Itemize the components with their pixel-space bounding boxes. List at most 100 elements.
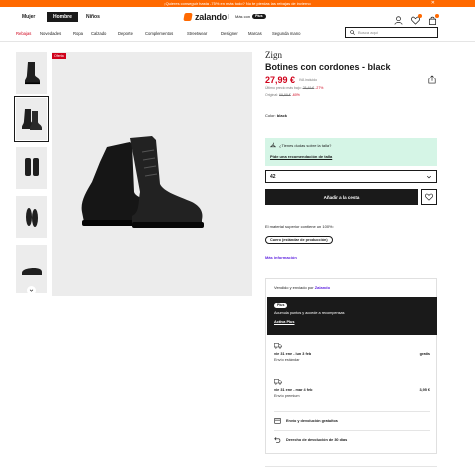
boots-main-image (81, 136, 204, 228)
chevron-down-icon (426, 175, 432, 178)
delivery-type: Envío estándar (274, 358, 300, 362)
category-deporte[interactable]: Deporte (118, 31, 133, 36)
product-title: Botines con cordones - black (265, 62, 391, 72)
delivery-row: vie 31 ene - mar 4 feb 3,95 € (274, 388, 430, 392)
category-rebajas[interactable]: Rebajas (16, 31, 31, 36)
delivery-price: gratis (419, 352, 430, 356)
thumbnail-2[interactable] (14, 96, 49, 142)
header-divider (0, 41, 475, 42)
bag-nav[interactable] (428, 14, 439, 25)
promo-text: ¡Quieres conseguir hasta -75% en más tod… (164, 1, 311, 6)
product-brand[interactable]: Zign (265, 50, 282, 60)
lowest-price-line: Último precio más bajo: 28,49 € -27% (265, 86, 323, 90)
plus-text: Acumula puntos y accede a recompensas (274, 311, 345, 315)
gender-tab-mujer[interactable]: Mujer (16, 12, 41, 22)
return-right-row: Derecho de devolución de 30 días (274, 436, 347, 443)
delivery-option-premium: vie 31 ene - mar 4 feb 3,95 € Envío prem… (274, 379, 430, 398)
return-arrow-icon (274, 437, 281, 443)
plus-promo: Plus Acumula puntos y accede a recompens… (267, 297, 437, 335)
category-ropa[interactable]: Ropa (73, 31, 83, 36)
add-to-cart-button[interactable]: Añadir a la cesta (265, 189, 418, 205)
material-tag[interactable]: Cuero (estándar de producción) (265, 236, 333, 244)
shipping-box: Vendido y enviado por Zalando Plus Acumu… (265, 278, 437, 454)
separator (274, 430, 430, 431)
category-marcas[interactable]: Marcas (248, 31, 262, 36)
zalando-logo-mark (183, 13, 193, 21)
original-price-line: Original: 69,99 € -60% (265, 93, 300, 97)
wishlist-nav[interactable] (411, 14, 422, 25)
size-help-question: ¿Tienes dudas sobre la talla? (279, 142, 332, 148)
share-icon[interactable] (428, 75, 436, 84)
search-placeholder: Busca aquí (358, 30, 379, 35)
color-value: black (276, 113, 288, 118)
size-recommendation-link[interactable]: Pide una recomendación de talla (270, 154, 432, 159)
category-complementos[interactable]: Complementos (145, 31, 173, 36)
original-price-discount: -60% (291, 93, 300, 97)
user-icon[interactable] (394, 16, 403, 25)
notification-dot (435, 14, 439, 18)
thumbnail-1[interactable] (16, 52, 47, 94)
activate-plus-link[interactable]: Activa Plus (274, 320, 430, 324)
return-right-text: Derecho de devolución de 30 días (286, 437, 348, 442)
size-help-box: ¿Tienes dudas sobre la talla? Pide una r… (265, 138, 437, 166)
notification-dot (418, 14, 422, 18)
size-value: 42 (270, 173, 276, 180)
color-label: Color: (265, 113, 276, 118)
delivery-price: 3,95 € (419, 388, 430, 392)
zalando-logo[interactable]: zalando (183, 11, 228, 23)
delivery-type: Envío premium (274, 394, 300, 398)
category-streetwear[interactable]: Streetwear (187, 31, 207, 36)
heart-icon (425, 193, 433, 201)
zalando-wordmark: zalando (195, 12, 228, 22)
delivery-dates: vie 31 ene - mar 4 feb (274, 388, 313, 392)
size-select[interactable]: 42 (265, 170, 437, 183)
boot-front-image (24, 158, 39, 176)
gender-tab-hombre[interactable]: Hombre (47, 12, 78, 22)
gender-tab-ninos[interactable]: Niños (80, 12, 106, 22)
box-icon (274, 418, 281, 424)
close-icon[interactable]: ✕ (431, 0, 435, 7)
sold-by-link[interactable]: Zalando (315, 285, 330, 290)
category-novedades[interactable]: Novedades (40, 31, 61, 36)
delivery-option-standard: vie 31 ene - lun 3 feb gratis Envío está… (274, 343, 430, 362)
sold-by-prefix: Vendido y enviado por (274, 285, 314, 290)
category-segunda-mano[interactable]: Segunda mano (272, 31, 300, 36)
category-calzado[interactable]: Calzado (91, 31, 106, 36)
product-image[interactable]: Oferta (52, 52, 252, 296)
wishlist-button[interactable] (421, 189, 437, 205)
thumbnail-4[interactable] (16, 196, 47, 238)
free-returns-row: Envío y devolución gratuitos (274, 417, 338, 424)
boot-pair-image (21, 109, 42, 130)
delivery-dates: vie 31 ene - lun 3 feb (274, 352, 312, 356)
color-row: Color: black (265, 113, 287, 118)
chevron-down-icon (29, 289, 34, 292)
delivery-row: vie 31 ene - lun 3 feb gratis (274, 352, 430, 356)
separator (265, 466, 437, 467)
separator (274, 411, 430, 412)
promo-banner[interactable]: ¡Quieres conseguir hasta -75% en más tod… (0, 0, 475, 7)
boot-side-image (24, 62, 40, 85)
hanger-icon (270, 142, 276, 148)
truck-icon (274, 379, 282, 385)
product-price: 27,99 € (265, 75, 296, 85)
plus-pill: Plus (252, 14, 266, 19)
category-designer[interactable]: Designer (221, 31, 238, 36)
original-price-value: 69,99 € (279, 93, 291, 97)
original-price-label: Original: (265, 93, 279, 97)
plus-link[interactable]: Más con Plus (228, 14, 266, 19)
lowest-price-label: Último precio más bajo: (265, 86, 302, 90)
plus-badge: Plus (274, 303, 288, 308)
size-help-question-row: ¿Tienes dudas sobre la talla? (270, 142, 432, 148)
top-navigation: Mujer Hombre Niños zalando Más con Plus (0, 7, 475, 27)
material-text: El material superior contiene un 100%: (265, 224, 334, 229)
plus-prefix: Más con (235, 14, 251, 19)
truck-icon (274, 343, 282, 349)
free-returns-text: Envío y devolución gratuitos (286, 418, 338, 423)
lowest-price-value: 28,49 € (302, 86, 315, 90)
more-info-link[interactable]: Más información (265, 255, 297, 260)
thumbnail-3[interactable] (16, 147, 47, 189)
search-input[interactable]: Busca aquí (345, 27, 438, 38)
boot-top-image (25, 208, 38, 227)
boot-sole-image (21, 268, 42, 275)
thumbnails-scroll-down[interactable] (27, 286, 36, 295)
